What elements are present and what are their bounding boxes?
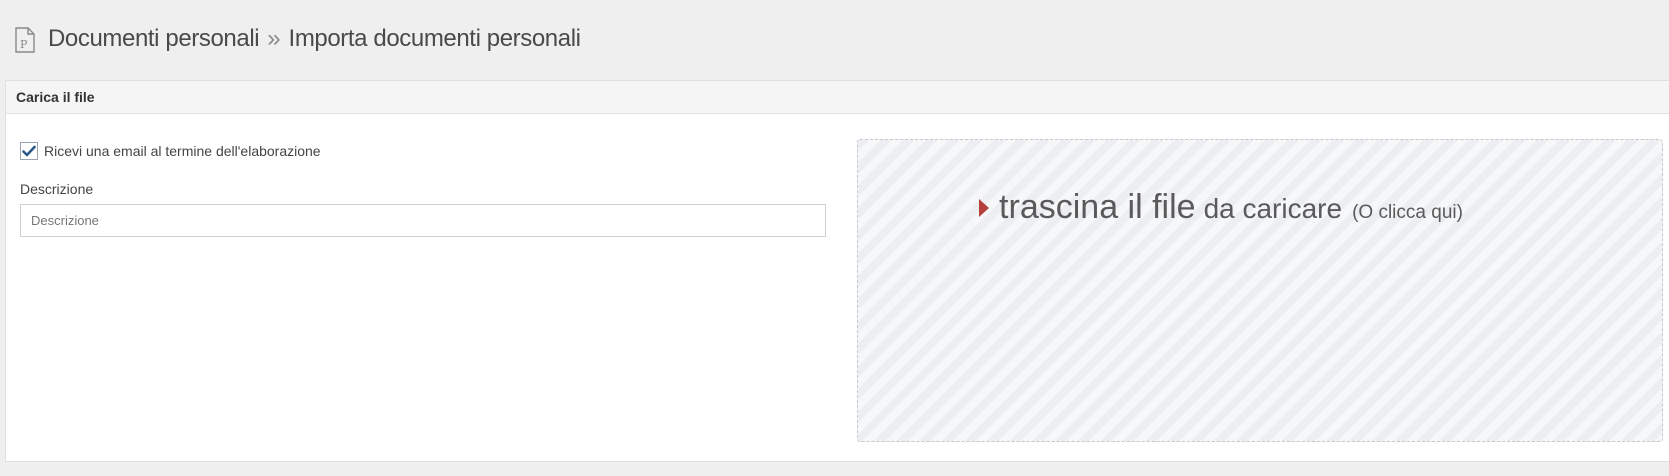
email-notification-option[interactable]: Ricevi una email al termine dell'elabora… [20,142,321,160]
breadcrumb-current: Importa documenti personali [288,25,581,52]
panel-heading: Carica il file [6,81,1669,114]
svg-text:P: P [20,38,28,51]
upload-panel: Carica il file Ricevi una email al termi… [5,80,1669,462]
document-p-icon: P [15,27,35,53]
breadcrumb-separator: » [267,25,281,52]
description-label: Descrizione [20,181,94,197]
email-notification-checkbox[interactable] [20,142,38,160]
description-input[interactable] [20,204,826,237]
email-notification-label: Ricevi una email al termine dell'elabora… [44,143,321,159]
dropzone-hint-text: (O clicca qui) [1352,202,1463,223]
dropzone-main-text: trascina il file [999,188,1196,226]
dropzone-message: trascina il file da caricare (O clicca q… [858,188,1662,227]
dropzone-sub-text: da caricare [1203,193,1343,224]
breadcrumb-parent[interactable]: Documenti personali [48,25,260,53]
caret-right-icon [979,198,990,217]
panel-title: Carica il file [16,89,95,105]
checkmark-icon [22,145,36,157]
page-header: P Documenti personali » Importa document… [0,0,1669,78]
file-dropzone[interactable]: trascina il file da caricare (O clicca q… [857,139,1663,442]
